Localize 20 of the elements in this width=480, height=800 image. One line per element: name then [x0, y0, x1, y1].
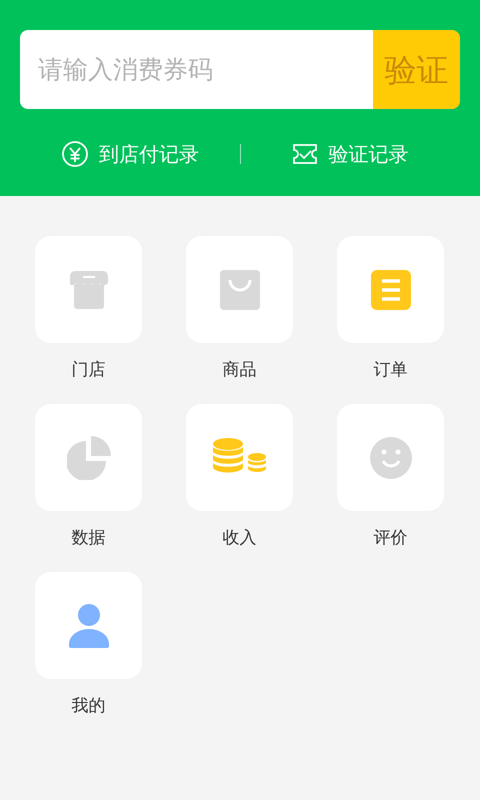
menu-tile[interactable]: [186, 404, 293, 511]
record-link[interactable]: 到店付记录: [20, 139, 240, 169]
record-link[interactable]: 验证记录: [240, 139, 460, 169]
tile-label: 我的: [72, 695, 106, 718]
tile-label: 订单: [374, 359, 408, 382]
tile-label: 门店: [72, 359, 106, 382]
tile-label: 评价: [374, 527, 408, 550]
verify-button[interactable]: 验证: [373, 30, 460, 109]
menu-tile[interactable]: [35, 404, 142, 511]
menu-tile[interactable]: [186, 236, 293, 343]
tile-label: 收入: [222, 527, 256, 550]
voucher-input-field[interactable]: 请输入消费券码: [20, 30, 373, 109]
menu-tile[interactable]: [337, 236, 444, 343]
tile-label: 商品: [222, 359, 256, 382]
menu-tile[interactable]: [337, 404, 444, 511]
menu-tile[interactable]: [35, 572, 142, 679]
menu-tile[interactable]: [35, 236, 142, 343]
ticket-icon: [292, 143, 318, 165]
yen-icon: [60, 140, 89, 168]
tile-label: 数据: [72, 527, 106, 550]
